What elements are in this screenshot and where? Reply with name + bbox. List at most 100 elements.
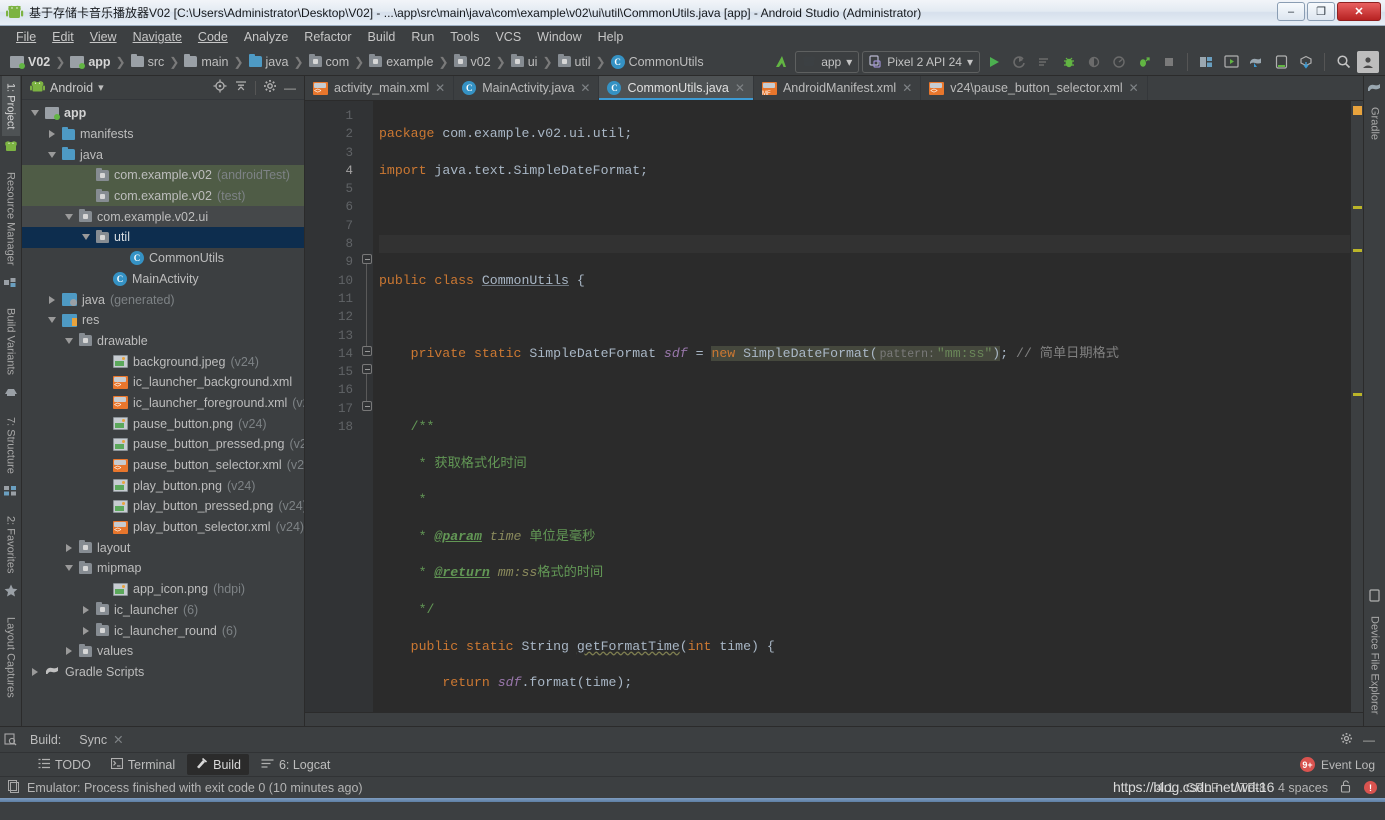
search-everywhere-icon[interactable] [1332, 51, 1354, 73]
breadcrumb-commonutils[interactable]: C CommonUtils [609, 52, 706, 72]
chevron-down-icon[interactable] [62, 565, 76, 572]
tree-item[interactable]: play_button_selector.xml (v24) [22, 517, 304, 538]
indent-setting[interactable]: 4 spaces [1278, 781, 1328, 795]
build-tool-window-header[interactable]: Build: Sync ✕ — [0, 726, 1385, 752]
tree-item[interactable]: background.jpeg (v24) [22, 351, 304, 372]
tree-item[interactable]: app [22, 103, 304, 124]
close-icon[interactable]: ✕ [580, 81, 590, 95]
locate-icon[interactable] [213, 79, 227, 96]
sdk-manager-button[interactable] [1195, 51, 1217, 73]
apply-code-changes-button[interactable] [1033, 51, 1055, 73]
toolbar-actions[interactable]: app ▾ Pixel 2 API 24 ▾ [770, 50, 1385, 73]
code-content[interactable]: package com.example.v02.ui.util; import … [373, 101, 1350, 712]
tree-item[interactable]: com.example.v02.ui [22, 206, 304, 228]
menu-item-tools[interactable]: Tools [442, 28, 487, 46]
collapse-all-icon[interactable] [234, 79, 248, 96]
maximize-button[interactable]: ❐ [1307, 2, 1335, 21]
chevron-down-icon[interactable] [62, 213, 76, 220]
menu-item-vcs[interactable]: VCS [487, 28, 529, 46]
breadcrumb-java[interactable]: java [247, 52, 291, 72]
editor-marker-strip[interactable] [1350, 101, 1363, 712]
project-panel-tools[interactable]: — [213, 79, 300, 96]
fold-marker[interactable] [362, 364, 372, 374]
build-window-actions[interactable]: — [1340, 732, 1385, 748]
breadcrumb-v02-pkg[interactable]: v02 [452, 52, 493, 72]
close-icon[interactable]: ✕ [735, 81, 745, 95]
tree-item[interactable]: res [22, 310, 304, 331]
tree-item[interactable]: mipmap [22, 558, 304, 579]
error-badge[interactable]: ! [1364, 781, 1377, 794]
breadcrumb-v02[interactable]: V02 [8, 52, 52, 72]
breadcrumb-app[interactable]: app [68, 52, 112, 72]
project-tree[interactable]: app manifests java com.example.v02 (androidT… [22, 100, 304, 726]
bottom-tab-logcat[interactable]: 6: Logcat [253, 755, 338, 775]
bottom-tab-todo[interactable]: TODO [30, 755, 99, 775]
account-avatar-icon[interactable] [1357, 50, 1379, 73]
fold-marker[interactable] [362, 254, 372, 264]
tree-item[interactable]: C CommonUtils [22, 248, 304, 269]
close-button[interactable]: ✕ [1337, 2, 1381, 21]
apk-analyzer-button[interactable] [1295, 51, 1317, 73]
breadcrumb-com[interactable]: com [307, 52, 352, 72]
navigation-toolbar[interactable]: V02 ❯ app ❯ src ❯ main ❯ java ❯ com ❯ ex… [0, 48, 1385, 76]
editor-tab-androidmanifest-xml[interactable]: AndroidManifest.xml ✕ [754, 76, 922, 100]
tree-item[interactable]: ic_launcher_background.xml [22, 372, 304, 393]
sidebar-item-build-variants[interactable]: Build Variants [2, 301, 20, 382]
tree-item[interactable]: util [22, 227, 304, 248]
event-log-button[interactable]: 9+ Event Log [1299, 757, 1385, 772]
unlock-icon[interactable] [1340, 779, 1352, 796]
apply-changes-button[interactable] [1008, 51, 1030, 73]
profiler-button[interactable] [1108, 51, 1130, 73]
editor-body[interactable]: 1 2 3 4 5 6 7 8 9 10 11 12 13 14 15 16 17 18 package com.… [305, 101, 1363, 712]
attach-debugger-button[interactable] [1083, 51, 1105, 73]
breadcrumb-main[interactable]: main [182, 52, 230, 72]
layout-inspector-button[interactable] [1270, 51, 1292, 73]
gradle-sync-icon[interactable] [770, 51, 792, 73]
chevron-down-icon[interactable] [45, 317, 59, 324]
sidebar-item-device-file-explorer[interactable]: Device File Explorer [1366, 609, 1384, 726]
sidebar-item-structure[interactable]: 7: Structure [2, 410, 20, 481]
tree-item[interactable]: java [22, 144, 304, 165]
sidebar-item-project[interactable]: 1: Project [1, 76, 20, 137]
tree-item[interactable]: pause_button_selector.xml (v24) [22, 455, 304, 476]
menu-item-run[interactable]: Run [403, 28, 442, 46]
tree-item[interactable]: values [22, 641, 304, 662]
chevron-right-icon[interactable] [79, 605, 93, 614]
sidebar-item-gradle[interactable]: Gradle [1366, 100, 1384, 147]
menu-item-edit[interactable]: Edit [44, 28, 82, 46]
tree-item[interactable]: layout [22, 537, 304, 558]
menu-bar[interactable]: File Edit View Navigate Code Analyze Ref… [0, 26, 1385, 48]
menu-item-refactor[interactable]: Refactor [296, 28, 359, 46]
warning-marker[interactable] [1353, 249, 1362, 252]
inspection-status-icon[interactable] [1353, 106, 1362, 115]
close-icon[interactable]: ✕ [1129, 81, 1139, 95]
editor-tab-mainactivity-java[interactable]: C MainActivity.java ✕ [454, 76, 600, 100]
close-icon[interactable]: ✕ [113, 732, 123, 747]
chevron-right-icon[interactable] [45, 130, 59, 139]
sync-project-button[interactable] [1245, 51, 1267, 73]
debug-button[interactable] [1058, 51, 1080, 73]
run-coverage-button[interactable] [1133, 51, 1155, 73]
hide-panel-icon[interactable]: — [284, 81, 296, 95]
breadcrumb-example[interactable]: example [367, 52, 435, 72]
editor-tab-commonutils-java[interactable]: C CommonUtils.java ✕ [599, 76, 754, 100]
tree-item[interactable]: com.example.v02 (test) [22, 185, 304, 207]
menu-item-window[interactable]: Window [529, 28, 589, 46]
chevron-down-icon[interactable]: ▾ [98, 81, 104, 94]
chevron-right-icon[interactable] [28, 667, 42, 676]
breadcrumb-src[interactable]: src [129, 52, 167, 72]
sidebar-item-resource-manager[interactable]: Resource Manager [2, 165, 20, 273]
hide-panel-icon[interactable]: — [1363, 733, 1375, 747]
close-icon[interactable]: ✕ [902, 81, 912, 95]
editor-horizontal-scrollbar[interactable] [305, 712, 1363, 726]
tree-item[interactable]: C MainActivity [22, 269, 304, 290]
tree-item[interactable]: app_icon.png (hdpi) [22, 579, 304, 600]
warning-marker[interactable] [1353, 393, 1362, 396]
sidebar-item-favorites[interactable]: 2: Favorites [2, 509, 20, 580]
tree-item[interactable]: play_button_pressed.png (v24) [22, 496, 304, 517]
editor-tab-activity-main-xml[interactable]: activity_main.xml ✕ [305, 76, 455, 100]
menu-item-file[interactable]: File [8, 28, 44, 46]
stop-button[interactable] [1158, 51, 1180, 73]
avd-manager-button[interactable] [1220, 51, 1242, 73]
tree-item[interactable]: drawable [22, 331, 304, 352]
